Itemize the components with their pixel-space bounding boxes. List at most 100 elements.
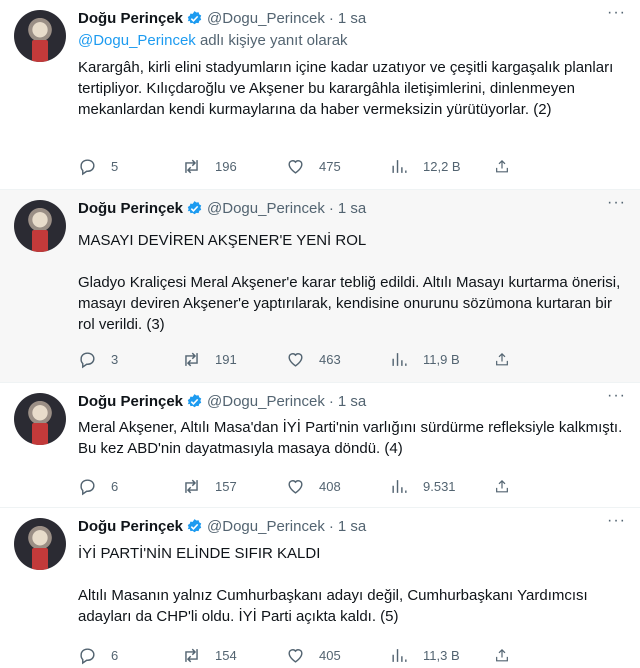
like-count: 408 [319,479,341,494]
tweet-text: MASAYI DEVİREN AKŞENER'E YENİ ROL Gladyo… [78,230,626,335]
separator-dot: · [328,9,334,27]
separator-dot: · [328,199,334,217]
author-name[interactable]: Doğu Perinçek [78,393,183,410]
like-button[interactable]: 475 [286,157,390,176]
share-icon [496,159,508,173]
tweet-paragraph: MASAYI DEVİREN AKŞENER'E YENİ ROL [78,232,367,249]
views-count: 11,3 B [423,648,460,663]
like-button[interactable]: 463 [286,350,390,369]
action-bar: 6 157 408 9.531 [78,477,548,496]
reply-count: 5 [111,159,119,174]
like-count: 405 [319,648,341,663]
views-button[interactable]: 9.531 [390,477,494,496]
tweet[interactable]: Doğu Perinçek @Dogu_Perincek · 1 sa ··· … [0,190,640,383]
retweet-icon [185,648,198,663]
author-name[interactable]: Doğu Perinçek [78,200,183,217]
tweet-header: Doğu Perinçek @Dogu_Perincek · 1 sa [78,390,366,412]
more-icon[interactable]: ··· [607,512,626,530]
action-bar: 3 191 463 11,9 B [78,350,548,369]
tweet-header: Doğu Perinçek @Dogu_Perincek · 1 sa [78,197,366,219]
timestamp[interactable]: 1 sa [338,518,366,535]
more-icon[interactable]: ··· [607,4,626,22]
share-icon [496,648,508,662]
timestamp[interactable]: 1 sa [338,10,366,27]
share-icon [496,352,508,366]
author-handle[interactable]: @Dogu_Perincek [207,393,325,410]
like-button[interactable]: 405 [286,646,390,665]
retweet-icon [185,479,198,494]
reply-context-text: adlı kişiye yanıt olarak [195,32,348,49]
retweet-count: 157 [215,479,237,494]
views-button[interactable]: 12,2 B [390,157,494,176]
more-icon[interactable]: ··· [607,387,626,405]
separator-dot: · [328,392,334,410]
reply-icon [80,159,95,176]
author-name[interactable]: Doğu Perinçek [78,10,183,27]
views-icon [392,649,407,662]
heart-icon [288,353,303,367]
tweet-feed: Doğu Perinçek @Dogu_Perincek · 1 sa ··· … [0,0,640,668]
tweet[interactable]: Doğu Perinçek @Dogu_Perincek · 1 sa ··· … [0,383,640,508]
verified-badge-icon [187,393,202,407]
timestamp[interactable]: 1 sa [338,393,366,410]
retweet-count: 191 [215,352,237,367]
more-icon[interactable]: ··· [607,194,626,212]
views-count: 12,2 B [423,159,461,174]
reply-context: @Dogu_Perincek adlı kişiye yanıt olarak [78,32,348,49]
tweet-header: Doğu Perinçek @Dogu_Perincek · 1 sa [78,7,366,29]
views-icon [392,353,407,366]
avatar[interactable] [14,200,66,252]
tweet[interactable]: Doğu Perinçek @Dogu_Perincek · 1 sa ··· … [0,0,640,190]
avatar[interactable] [14,10,66,62]
retweet-button[interactable]: 196 [182,157,286,176]
retweet-button[interactable]: 191 [182,350,286,369]
reply-icon [80,479,95,496]
like-button[interactable]: 408 [286,477,390,496]
views-count: 11,9 B [423,352,460,367]
views-icon [392,480,407,493]
verified-badge-icon [187,200,202,214]
tweet-text: Meral Akşener, Altılı Masa'dan İYİ Parti… [78,417,626,459]
like-count: 463 [319,352,341,367]
reply-count: 6 [111,648,119,663]
reply-button[interactable]: 5 [78,157,182,176]
avatar[interactable] [14,393,66,445]
reply-icon [80,648,95,665]
tweet-header: Doğu Perinçek @Dogu_Perincek · 1 sa [78,515,366,537]
author-name[interactable]: Doğu Perinçek [78,518,183,535]
author-handle[interactable]: @Dogu_Perincek [207,200,325,217]
retweet-count: 154 [215,648,237,663]
reply-button[interactable]: 3 [78,350,182,369]
tweet-paragraph: Altılı Masanın yalnız Cumhurbaşkanı aday… [78,587,588,625]
tweet-text: Karargâh, kirli elini stadyumların içine… [78,57,626,120]
views-button[interactable]: 11,9 B [390,350,494,369]
timestamp[interactable]: 1 sa [338,200,366,217]
author-handle[interactable]: @Dogu_Perincek [207,518,325,535]
share-button[interactable] [494,646,524,665]
tweet-paragraph: Meral Akşener, Altılı Masa'dan İYİ Parti… [78,419,623,457]
action-bar: 5 196 475 12,2 B [78,157,548,176]
share-icon [496,479,508,493]
reply-button[interactable]: 6 [78,646,182,665]
views-icon [392,160,407,173]
verified-badge-icon [187,518,202,532]
retweet-button[interactable]: 157 [182,477,286,496]
tweet[interactable]: Doğu Perinçek @Dogu_Perincek · 1 sa ··· … [0,508,640,668]
share-button[interactable] [494,350,524,369]
action-bar: 6 154 405 11,3 B [78,646,548,665]
author-handle[interactable]: @Dogu_Perincek [207,10,325,27]
views-count: 9.531 [423,479,456,494]
retweet-icon [185,352,198,367]
retweet-button[interactable]: 154 [182,646,286,665]
share-button[interactable] [494,157,524,176]
share-button[interactable] [494,477,524,496]
heart-icon [288,480,303,494]
tweet-text: İYİ PARTİ'NİN ELİNDE SIFIR KALDI Altılı … [78,543,626,627]
tweet-paragraph: İYİ PARTİ'NİN ELİNDE SIFIR KALDI [78,545,321,562]
retweet-count: 196 [215,159,237,174]
reply-button[interactable]: 6 [78,477,182,496]
reply-mention-link[interactable]: @Dogu_Perincek [78,32,196,49]
separator-dot: · [328,517,334,535]
avatar[interactable] [14,518,66,570]
views-button[interactable]: 11,3 B [390,646,494,665]
